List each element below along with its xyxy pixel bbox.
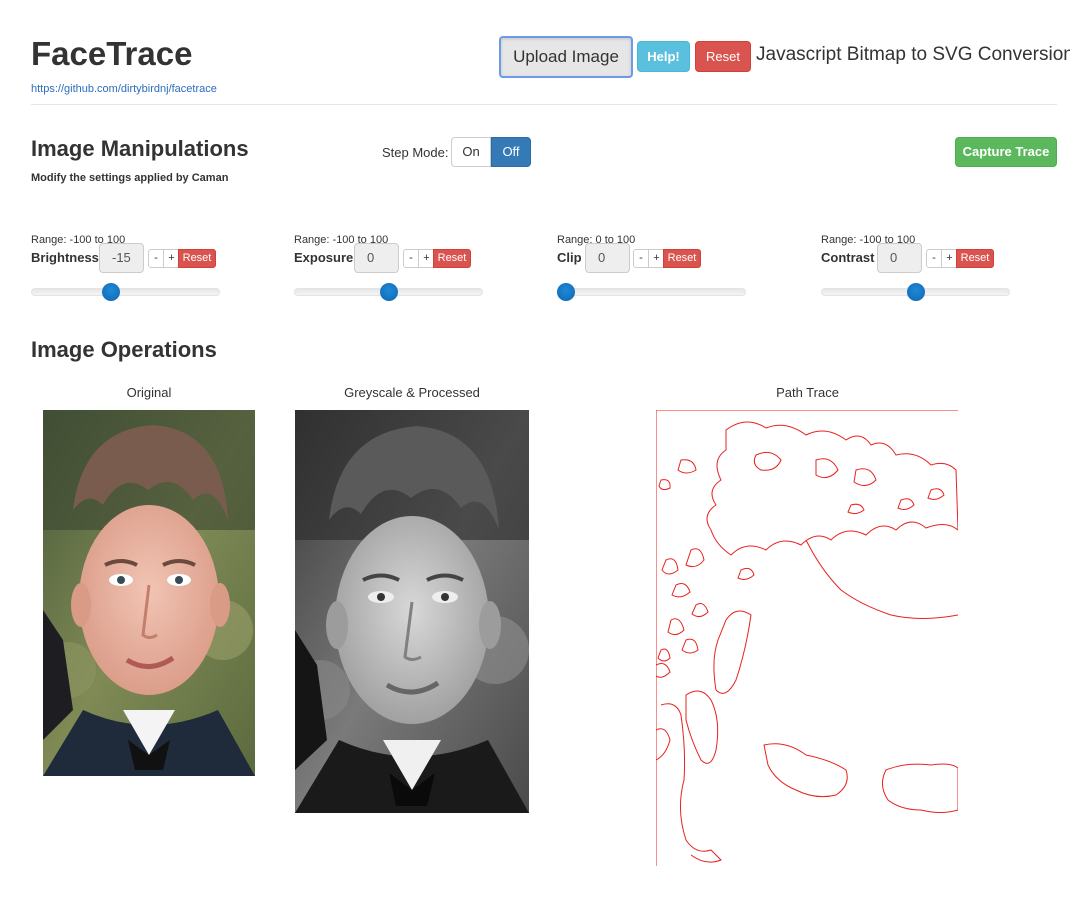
clip-slider-handle[interactable] [557,283,575,301]
trace-left-2 [658,479,671,491]
trace-left-5 [671,583,691,598]
trace-collar-3 [656,728,671,761]
brightness-slider-handle[interactable] [102,283,121,301]
header-divider [31,104,1057,105]
trace-hair-1 [706,421,958,556]
original-image [43,410,255,776]
brightness-slider-track[interactable] [31,288,220,296]
reset-button[interactable]: Reset [695,41,751,72]
processed-label: Greyscale & Processed [344,385,480,400]
manipulations-heading: Image Manipulations [31,136,249,161]
contrast-label: Contrast [821,250,875,265]
trace-dot-2 [897,498,915,510]
trace-dot-4 [737,567,755,580]
contrast-value-input[interactable]: 0 [877,243,922,273]
help-button[interactable]: Help! [637,41,690,72]
capture-trace-button[interactable]: Capture Trace [955,137,1057,167]
clip-decrement-button[interactable]: - [633,249,649,268]
brightness-value-input[interactable]: -15 [99,243,144,273]
clip-reset-button[interactable]: Reset [663,249,701,268]
clip-slider-track[interactable] [557,288,746,296]
exposure-value-input[interactable]: 0 [354,243,399,273]
contrast-decrement-button[interactable]: - [926,249,942,268]
brightness-control: Range: -100 to 100 Brightness -15 - + Re… [31,234,261,314]
brightness-reset-button[interactable]: Reset [178,249,216,268]
trace-left-10 [656,663,671,678]
trace-label: Path Trace [776,385,839,400]
trace-hair-4 [853,468,877,486]
exposure-slider-handle[interactable] [379,283,398,301]
operations-heading: Image Operations [31,337,217,362]
step-mode-label: Step Mode: [382,145,449,160]
step-mode-toggle: On Off [451,137,531,167]
exposure-label: Exposure [294,250,354,265]
trace-chin-right [882,763,958,813]
trace-dot-1 [847,503,865,515]
trace-collar-2 [660,703,722,863]
original-label: Original [126,385,172,400]
tagline: Javascript Bitmap to SVG Conversion. [756,44,1070,65]
manipulations-subheading: Modify the settings applied by Caman [31,172,229,184]
github-link[interactable]: https://github.com/dirtybirdnj/facetrace [31,83,217,95]
trace-border [656,410,958,866]
trace-left-3 [685,548,705,568]
brightness-label: Brightness [31,250,99,265]
step-mode-on-button[interactable]: On [451,137,491,167]
trace-head [805,539,958,619]
trace-left-4 [661,558,679,575]
trace-left-6 [691,603,709,618]
trace-collar-1 [685,690,719,764]
app-title: FaceTrace [31,35,193,72]
clip-control: Range: 0 to 100 Clip 0 - + Reset [557,234,787,314]
clip-label: Clip [557,250,582,265]
path-trace-canvas [656,410,958,866]
trace-dot-3 [927,488,945,500]
trace-left-9 [657,648,671,662]
exposure-reset-button[interactable]: Reset [433,249,471,268]
contrast-control: Range: -100 to 100 Contrast 0 - + Reset [821,234,1051,314]
step-mode-off-button[interactable]: Off [491,137,531,167]
trace-chin-left [763,743,848,798]
contrast-slider-handle[interactable] [906,283,925,301]
trace-hair-2 [753,451,782,471]
clip-value-input[interactable]: 0 [585,243,630,273]
trace-left-7 [667,618,685,636]
trace-hair-3 [815,458,839,479]
exposure-decrement-button[interactable]: - [403,249,419,268]
trace-left-1 [677,459,697,474]
contrast-reset-button[interactable]: Reset [956,249,994,268]
exposure-control: Range: -100 to 100 Exposure 0 - + Reset [294,234,524,314]
processed-image [295,410,529,813]
trace-left-8 [681,638,699,654]
trace-ear [713,610,752,694]
brightness-decrement-button[interactable]: - [148,249,164,268]
upload-image-button[interactable]: Upload Image [499,36,633,78]
